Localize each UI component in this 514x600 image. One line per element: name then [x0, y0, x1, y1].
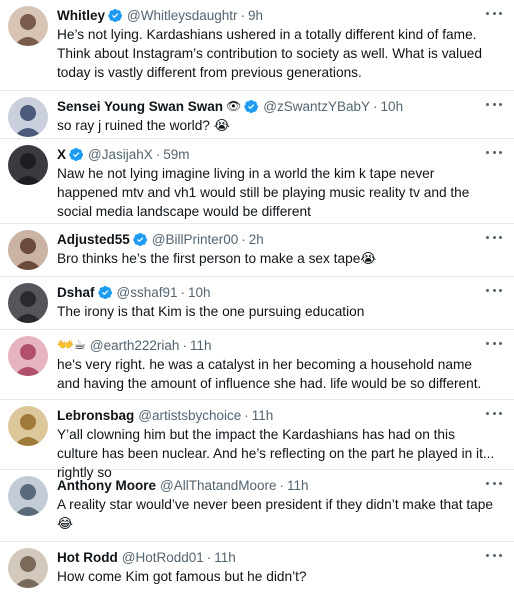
author-name[interactable]: Lebronsbag	[57, 408, 134, 423]
more-options-icon[interactable]	[486, 8, 502, 18]
avatar[interactable]	[8, 476, 48, 516]
avatar[interactable]	[8, 145, 48, 185]
separator-dot: ·	[206, 549, 212, 565]
verified-badge-icon	[244, 99, 259, 114]
separator-dot: ·	[182, 337, 187, 353]
author-handle[interactable]: @artistsbychoice	[138, 408, 241, 423]
separator-dot: ·	[240, 7, 246, 23]
tweet-item[interactable]: 👐☕ @earth222riah · 11h he's very right. …	[0, 330, 514, 400]
avatar[interactable]	[8, 406, 48, 446]
timestamp[interactable]: 11h	[252, 408, 274, 423]
author-handle[interactable]: @zSwantzYBabY	[263, 99, 370, 114]
timestamp[interactable]: 2h	[249, 232, 264, 247]
separator-dot: ·	[373, 98, 378, 114]
avatar[interactable]	[8, 336, 48, 376]
tweet-item[interactable]: Anthony Moore @AllThatandMoore · 11h A r…	[0, 470, 514, 542]
avatar[interactable]	[8, 283, 48, 323]
author-handle[interactable]: @AllThatandMoore	[160, 478, 277, 493]
separator-dot: ·	[241, 231, 246, 247]
avatar[interactable]	[8, 230, 48, 270]
author-handle[interactable]: @BillPrinter00	[152, 232, 238, 247]
tweet-text: Bro thinks he’s the first person to make…	[57, 251, 377, 266]
tweet-item[interactable]: Sensei Young Swan Swan 👁 @zSwantzYBabY ·…	[0, 91, 514, 139]
author-name[interactable]: 👐☕	[57, 337, 86, 353]
tweet-text: He’s not lying. Kardashians ushered in a…	[57, 27, 483, 80]
timestamp[interactable]: 11h	[190, 338, 212, 353]
tweet-item[interactable]: Whitley @Whitleysdaughtr · 9h He’s not l…	[0, 0, 514, 91]
author-name[interactable]: Sensei Young Swan Swan	[57, 99, 223, 114]
author-handle[interactable]: @JasijahX	[88, 147, 153, 162]
name-emoji: 👁	[226, 99, 242, 113]
separator-dot: ·	[279, 477, 285, 493]
tweet-item[interactable]: Adjusted55 @BillPrinter00 · 2h Bro think…	[0, 224, 514, 277]
tweet-text: Naw he not lying imagine living in a wor…	[57, 166, 470, 219]
more-options-icon[interactable]	[486, 338, 502, 348]
author-name[interactable]: Anthony Moore	[57, 478, 156, 493]
separator-dot: ·	[180, 284, 186, 300]
author-handle[interactable]: @Whitleysdaughtr	[127, 8, 238, 23]
tweet-item[interactable]: Hot Rodd @HotRodd01 · 11h How come Kim g…	[0, 542, 514, 600]
avatar[interactable]	[8, 548, 48, 588]
more-options-icon[interactable]	[486, 478, 502, 488]
more-options-icon[interactable]	[486, 99, 502, 109]
more-options-icon[interactable]	[486, 550, 502, 560]
more-options-icon[interactable]	[486, 147, 502, 157]
more-options-icon[interactable]	[486, 408, 502, 418]
timestamp[interactable]: 11h	[214, 550, 236, 565]
verified-badge-icon	[108, 8, 123, 23]
timestamp[interactable]: 10h	[381, 99, 404, 114]
more-options-icon[interactable]	[486, 285, 502, 295]
author-name[interactable]: Dshaf	[57, 285, 95, 300]
verified-badge-icon	[133, 232, 148, 247]
tweet-item[interactable]: Lebronsbag @artistsbychoice · 11h Y’all …	[0, 400, 514, 480]
more-options-icon[interactable]	[486, 232, 502, 242]
timestamp[interactable]: 10h	[188, 285, 211, 300]
tweet-text: The irony is that Kim is the one pursuin…	[57, 304, 365, 319]
author-name[interactable]: Hot Rodd	[57, 550, 118, 565]
reply-feed: Whitley @Whitleysdaughtr · 9h He’s not l…	[0, 0, 514, 600]
tweet-text: How come Kim got famous but he didn’t?	[57, 569, 307, 584]
avatar[interactable]	[8, 97, 48, 137]
author-handle[interactable]: @earth222riah	[90, 338, 180, 353]
author-name[interactable]: Whitley	[57, 8, 105, 23]
avatar[interactable]	[8, 6, 48, 46]
verified-badge-icon	[97, 285, 113, 300]
author-handle[interactable]: @HotRodd01	[122, 550, 204, 565]
separator-dot: ·	[155, 146, 161, 162]
author-name[interactable]: X	[57, 147, 66, 162]
separator-dot: ·	[244, 407, 249, 423]
tweet-text: he's very right. he was a catalyst in he…	[57, 357, 482, 391]
verified-badge-icon	[69, 147, 84, 162]
author-name[interactable]: Adjusted55	[57, 232, 130, 247]
tweet-text: so ray j ruined the world? 😭	[57, 118, 230, 133]
tweet-item[interactable]: Dshaf @sshaf91 · 10h The irony is that K…	[0, 277, 514, 330]
timestamp[interactable]: 59m	[163, 147, 189, 162]
timestamp[interactable]: 9h	[248, 8, 263, 23]
tweet-item[interactable]: X @JasijahX · 59m Naw he not lying imagi…	[0, 139, 514, 224]
timestamp[interactable]: 11h	[287, 478, 309, 493]
tweet-text: A reality star would’ve never been presi…	[57, 497, 493, 531]
author-handle[interactable]: @sshaf91	[117, 285, 178, 300]
